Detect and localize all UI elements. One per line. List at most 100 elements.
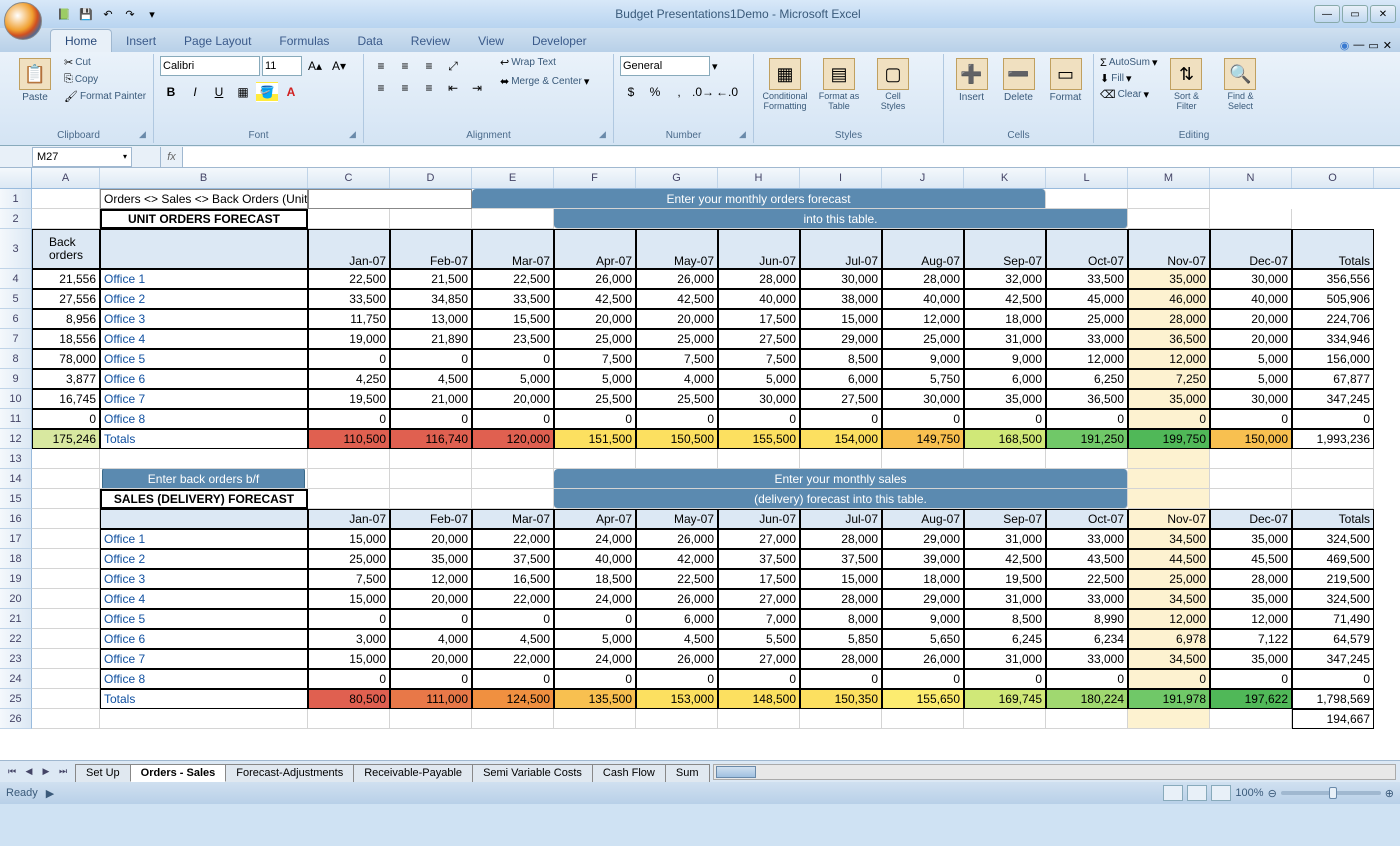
cell[interactable] xyxy=(32,549,100,569)
row-header-13[interactable]: 13 xyxy=(0,449,32,469)
cell[interactable]: Dec-07 xyxy=(1210,509,1292,529)
cell[interactable]: Jan-07 xyxy=(308,229,390,269)
cell[interactable]: 34,500 xyxy=(1128,529,1210,549)
cell[interactable]: Oct-07 xyxy=(1046,229,1128,269)
close-button[interactable]: ✕ xyxy=(1370,5,1396,23)
col-header-K[interactable]: K xyxy=(964,168,1046,188)
cell[interactable]: 31,000 xyxy=(964,589,1046,609)
cell[interactable]: Jun-07 xyxy=(718,509,800,529)
insert-cells-button[interactable]: ➕Insert xyxy=(950,56,993,122)
cell[interactable]: 347,245 xyxy=(1292,649,1374,669)
cell[interactable]: 469,500 xyxy=(1292,549,1374,569)
row-header-6[interactable]: 6 xyxy=(0,309,32,329)
cell[interactable]: Nov-07 xyxy=(1128,509,1210,529)
cell[interactable]: 15,000 xyxy=(308,589,390,609)
cell[interactable]: 22,000 xyxy=(472,589,554,609)
cell[interactable] xyxy=(882,709,964,729)
cut-button[interactable]: ✂ Cut xyxy=(64,56,146,69)
col-header-M[interactable]: M xyxy=(1128,168,1210,188)
cell[interactable] xyxy=(390,449,472,469)
cell[interactable]: 19,500 xyxy=(308,389,390,409)
cell[interactable] xyxy=(800,449,882,469)
qat-redo[interactable]: ↷ xyxy=(120,4,140,24)
cell[interactable]: 5,000 xyxy=(1210,349,1292,369)
row-header-4[interactable]: 4 xyxy=(0,269,32,289)
cell[interactable]: 0 xyxy=(32,409,100,429)
cell[interactable] xyxy=(100,449,308,469)
cell[interactable]: UNIT ORDERS FORECAST xyxy=(100,209,308,229)
cell[interactable]: 33,000 xyxy=(1046,329,1128,349)
autosum-button[interactable]: Σ AutoSum ▾ xyxy=(1100,56,1157,69)
cell[interactable] xyxy=(308,489,390,509)
cell[interactable]: 64,579 xyxy=(1292,629,1374,649)
cell[interactable]: 33,500 xyxy=(1046,269,1128,289)
cell[interactable]: 35,000 xyxy=(1210,649,1292,669)
cell[interactable]: Jan-07 xyxy=(308,509,390,529)
ribbon-tab-home[interactable]: Home xyxy=(50,29,112,52)
cell[interactable]: 156,000 xyxy=(1292,349,1374,369)
cell[interactable]: 0 xyxy=(472,349,554,369)
align-center[interactable]: ≡ xyxy=(394,78,416,98)
sheet-tab-cash-flow[interactable]: Cash Flow xyxy=(592,764,666,782)
cell[interactable]: 26,000 xyxy=(636,649,718,669)
cell[interactable]: 26,000 xyxy=(882,649,964,669)
cell[interactable]: 4,500 xyxy=(390,369,472,389)
cell[interactable]: 35,000 xyxy=(964,389,1046,409)
cell[interactable]: 1,798,569 xyxy=(1292,689,1374,709)
cell[interactable]: Totals xyxy=(100,429,308,449)
cell[interactable]: 28,000 xyxy=(800,589,882,609)
cell[interactable]: Aug-07 xyxy=(882,229,964,269)
row-header-14[interactable]: 14 xyxy=(0,469,32,489)
cell[interactable]: 27,000 xyxy=(718,589,800,609)
cell[interactable] xyxy=(32,629,100,649)
cell[interactable] xyxy=(32,689,100,709)
col-header-E[interactable]: E xyxy=(472,168,554,188)
cell[interactable] xyxy=(964,709,1046,729)
indent-dec[interactable]: ⇤ xyxy=(442,78,464,98)
cell[interactable]: 7,500 xyxy=(308,569,390,589)
cell[interactable]: 20,000 xyxy=(390,529,472,549)
cell[interactable]: 5,000 xyxy=(472,369,554,389)
cell[interactable]: 5,750 xyxy=(882,369,964,389)
cell[interactable]: 154,000 xyxy=(800,429,882,449)
row-header-23[interactable]: 23 xyxy=(0,649,32,669)
cell[interactable]: 0 xyxy=(390,409,472,429)
cell[interactable]: 5,850 xyxy=(800,629,882,649)
cell[interactable]: 0 xyxy=(554,609,636,629)
cell[interactable]: Feb-07 xyxy=(390,509,472,529)
cell[interactable]: 6,000 xyxy=(800,369,882,389)
cell[interactable]: 155,500 xyxy=(718,429,800,449)
cell[interactable]: 30,000 xyxy=(718,389,800,409)
cell[interactable]: Sep-07 xyxy=(964,509,1046,529)
cell[interactable] xyxy=(1128,449,1210,469)
cell[interactable]: 25,000 xyxy=(308,549,390,569)
row-header-20[interactable]: 20 xyxy=(0,589,32,609)
cell[interactable]: 7,250 xyxy=(1128,369,1210,389)
cell[interactable]: 33,000 xyxy=(1046,529,1128,549)
cell[interactable]: 5,000 xyxy=(1210,369,1292,389)
fill-button[interactable]: ⬇ Fill ▾ xyxy=(1100,72,1157,85)
cell[interactable] xyxy=(100,709,308,729)
cell[interactable]: Office 2 xyxy=(100,289,308,309)
cell[interactable]: 0 xyxy=(882,669,964,689)
cell[interactable]: 36,500 xyxy=(1128,329,1210,349)
cell[interactable]: 11,750 xyxy=(308,309,390,329)
cell[interactable]: 40,000 xyxy=(1210,289,1292,309)
cell[interactable] xyxy=(390,209,472,229)
cell[interactable]: 29,000 xyxy=(882,589,964,609)
cell[interactable]: 16,500 xyxy=(472,569,554,589)
cell[interactable]: 28,000 xyxy=(800,529,882,549)
border-button[interactable]: ▦ xyxy=(232,82,254,102)
cell[interactable]: 4,000 xyxy=(390,629,472,649)
cell[interactable]: 25,000 xyxy=(1128,569,1210,589)
row-header-25[interactable]: 25 xyxy=(0,689,32,709)
cell[interactable]: Aug-07 xyxy=(882,509,964,529)
cell[interactable]: Mar-07 xyxy=(472,229,554,269)
cell[interactable]: 116,740 xyxy=(390,429,472,449)
cell[interactable]: 28,000 xyxy=(800,649,882,669)
clear-button[interactable]: ⌫ Clear ▾ xyxy=(1100,88,1157,101)
qat-save[interactable]: 💾 xyxy=(76,4,96,24)
cell[interactable]: 7,500 xyxy=(636,349,718,369)
cell[interactable]: 35,000 xyxy=(1128,269,1210,289)
cell[interactable]: 45,000 xyxy=(1046,289,1128,309)
